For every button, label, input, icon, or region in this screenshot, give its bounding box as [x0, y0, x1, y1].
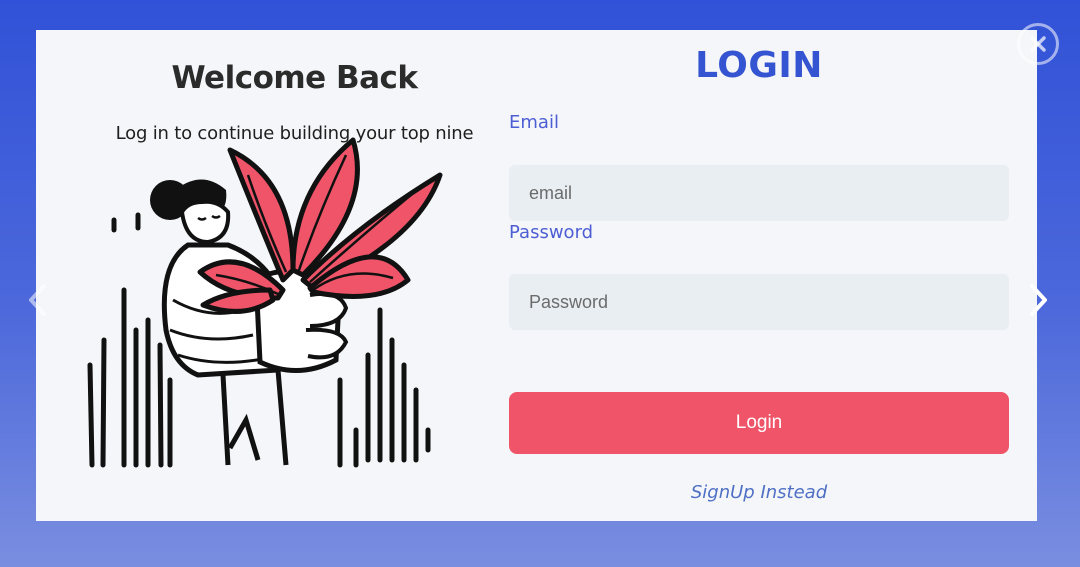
password-label: Password — [509, 222, 594, 243]
signup-instead-link[interactable]: SignUp Instead — [509, 482, 1009, 503]
chevron-left-icon — [29, 284, 46, 316]
login-button[interactable]: Login — [509, 392, 1009, 454]
password-field[interactable] — [509, 274, 1009, 330]
email-field[interactable] — [509, 165, 1009, 221]
next-button[interactable] — [1028, 280, 1050, 320]
close-button[interactable] — [1017, 23, 1059, 65]
previous-button[interactable] — [26, 280, 48, 320]
email-label: Email — [509, 112, 559, 133]
close-icon — [1030, 36, 1046, 52]
welcome-title: Welcome Back — [171, 60, 418, 96]
login-title: LOGIN — [695, 45, 823, 86]
chevron-right-icon — [1030, 284, 1047, 316]
person-holding-plant-illustration — [87, 137, 443, 468]
